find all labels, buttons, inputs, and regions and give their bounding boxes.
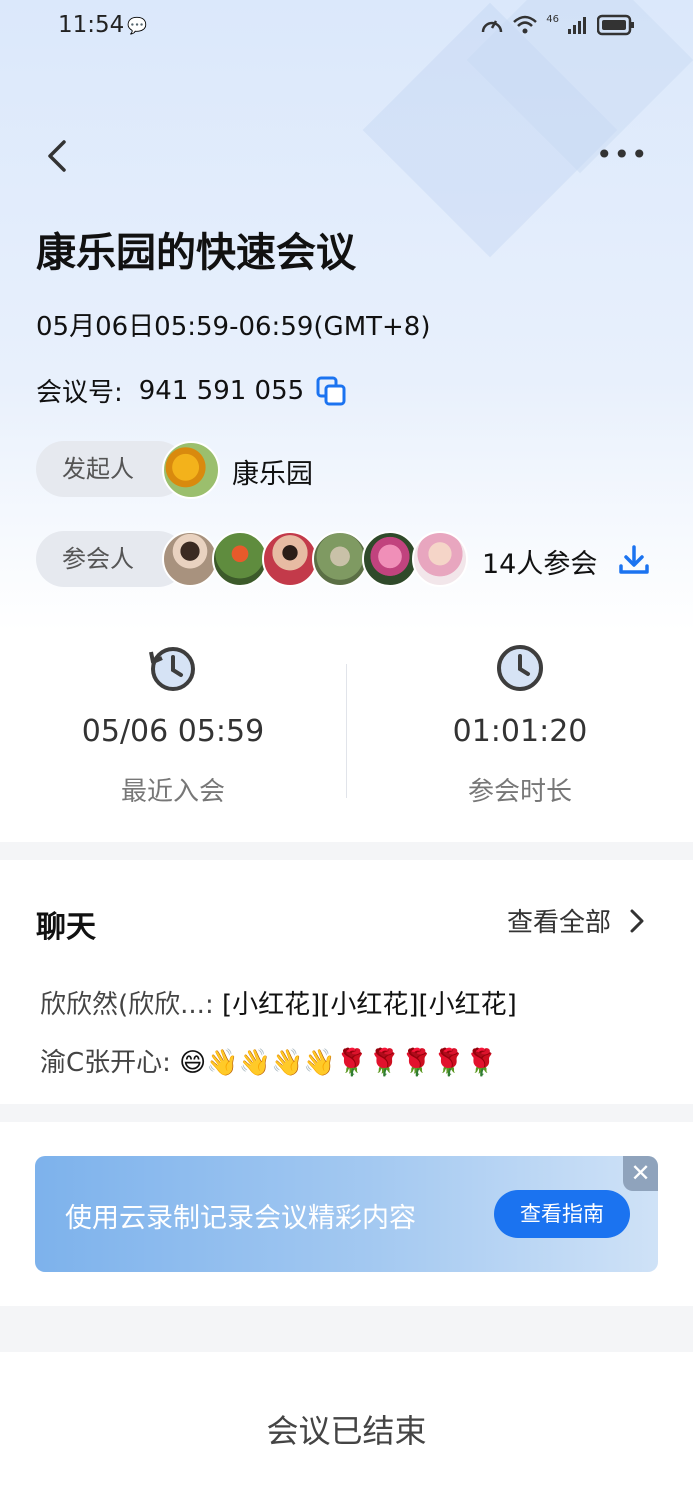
cloud-recording-section: 使用云录制记录会议精彩内容 查看指南 ✕ [0,1122,693,1306]
chat-sender: 欣欣然(欣欣...: [40,990,214,1020]
copy-icon[interactable] [316,376,346,406]
meeting-time-range: 05月06日05:59-06:59(GMT+8) [36,312,431,342]
participant-avatar[interactable] [412,531,468,587]
speed-icon [482,20,503,33]
chat-text: [小红花][小红花][小红花] [213,990,517,1020]
meeting-header-area: 11:54 💬 46 ••• 康乐园的快速会议 05月06日05:59-06:5… [0,0,693,842]
view-all-label: 查看全部 [506,908,611,938]
meeting-title: 康乐园的快速会议 [36,230,356,276]
close-icon[interactable]: ✕ [623,1156,658,1191]
recent-join-time: 05/06 05:59 [81,714,265,749]
status-time: 11:54 [58,12,125,38]
participant-count[interactable]: 14人参会 [482,542,597,581]
wifi-icon [513,15,538,34]
participant-avatar[interactable] [262,531,318,587]
participant-avatar[interactable] [362,531,418,587]
duration-value: 01:01:20 [452,714,588,749]
host-name: 康乐园 [232,459,313,490]
back-arrow-icon[interactable] [38,136,78,176]
participant-avatar[interactable] [162,531,218,587]
battery-icon [597,14,634,36]
wechat-notification-icon: 💬 [127,16,147,35]
banner-text: 使用云录制记录会议精彩内容 [65,1203,416,1234]
duration-stat: 01:01:20 参会时长 [395,642,645,808]
view-all-link[interactable]: 查看全部 [507,902,645,939]
meeting-id-value: 941 591 055 [138,375,305,406]
participant-avatar[interactable] [312,531,368,587]
participant-avatar[interactable] [212,531,268,587]
meeting-ended-status: 会议已结束 [266,1412,427,1450]
recent-join-label: 最近入会 [120,777,225,807]
more-options-icon[interactable]: ••• [596,140,648,170]
host-avatar[interactable] [162,441,220,499]
chevron-right-icon [630,909,644,932]
chat-text: 😄👋👋👋👋🌹🌹🌹🌹🌹 [170,1048,498,1078]
chat-title-text: 聊天 [36,910,96,945]
history-clock-icon [149,647,195,691]
signal-icon [568,17,586,34]
view-guide-button[interactable]: 查看指南 [494,1190,630,1238]
stat-divider [346,664,347,798]
status-icons: 46 [480,14,635,36]
chat-sender: 渝C张开心: [40,1048,171,1078]
recent-join-stat: 05/06 05:59 最近入会 [48,642,298,808]
chat-section: 聊天 查看全部 欣欣然(欣欣...: [小红花][小红花][小红花] 渝C张开心… [0,860,693,1104]
chat-message: 渝C张开心: 😄👋👋👋👋🌹🌹🌹🌹🌹 [40,1042,498,1079]
meeting-id-row: 会议号: 941 591 055 [36,372,346,409]
chat-title: 聊天 [34,902,104,946]
footer-bar: 会议已结束 [0,1352,693,1500]
status-bar: 11:54 💬 46 [0,0,693,56]
chat-message: 欣欣然(欣欣...: [小红花][小红花][小红花] [40,984,517,1021]
meeting-id-label: 会议号: [36,378,123,408]
network-type-label: 46 [546,14,559,25]
download-icon[interactable] [618,544,650,576]
clock-icon [497,645,543,691]
cloud-recording-banner[interactable]: 使用云录制记录会议精彩内容 查看指南 ✕ [35,1156,658,1272]
duration-label: 参会时长 [467,777,572,807]
